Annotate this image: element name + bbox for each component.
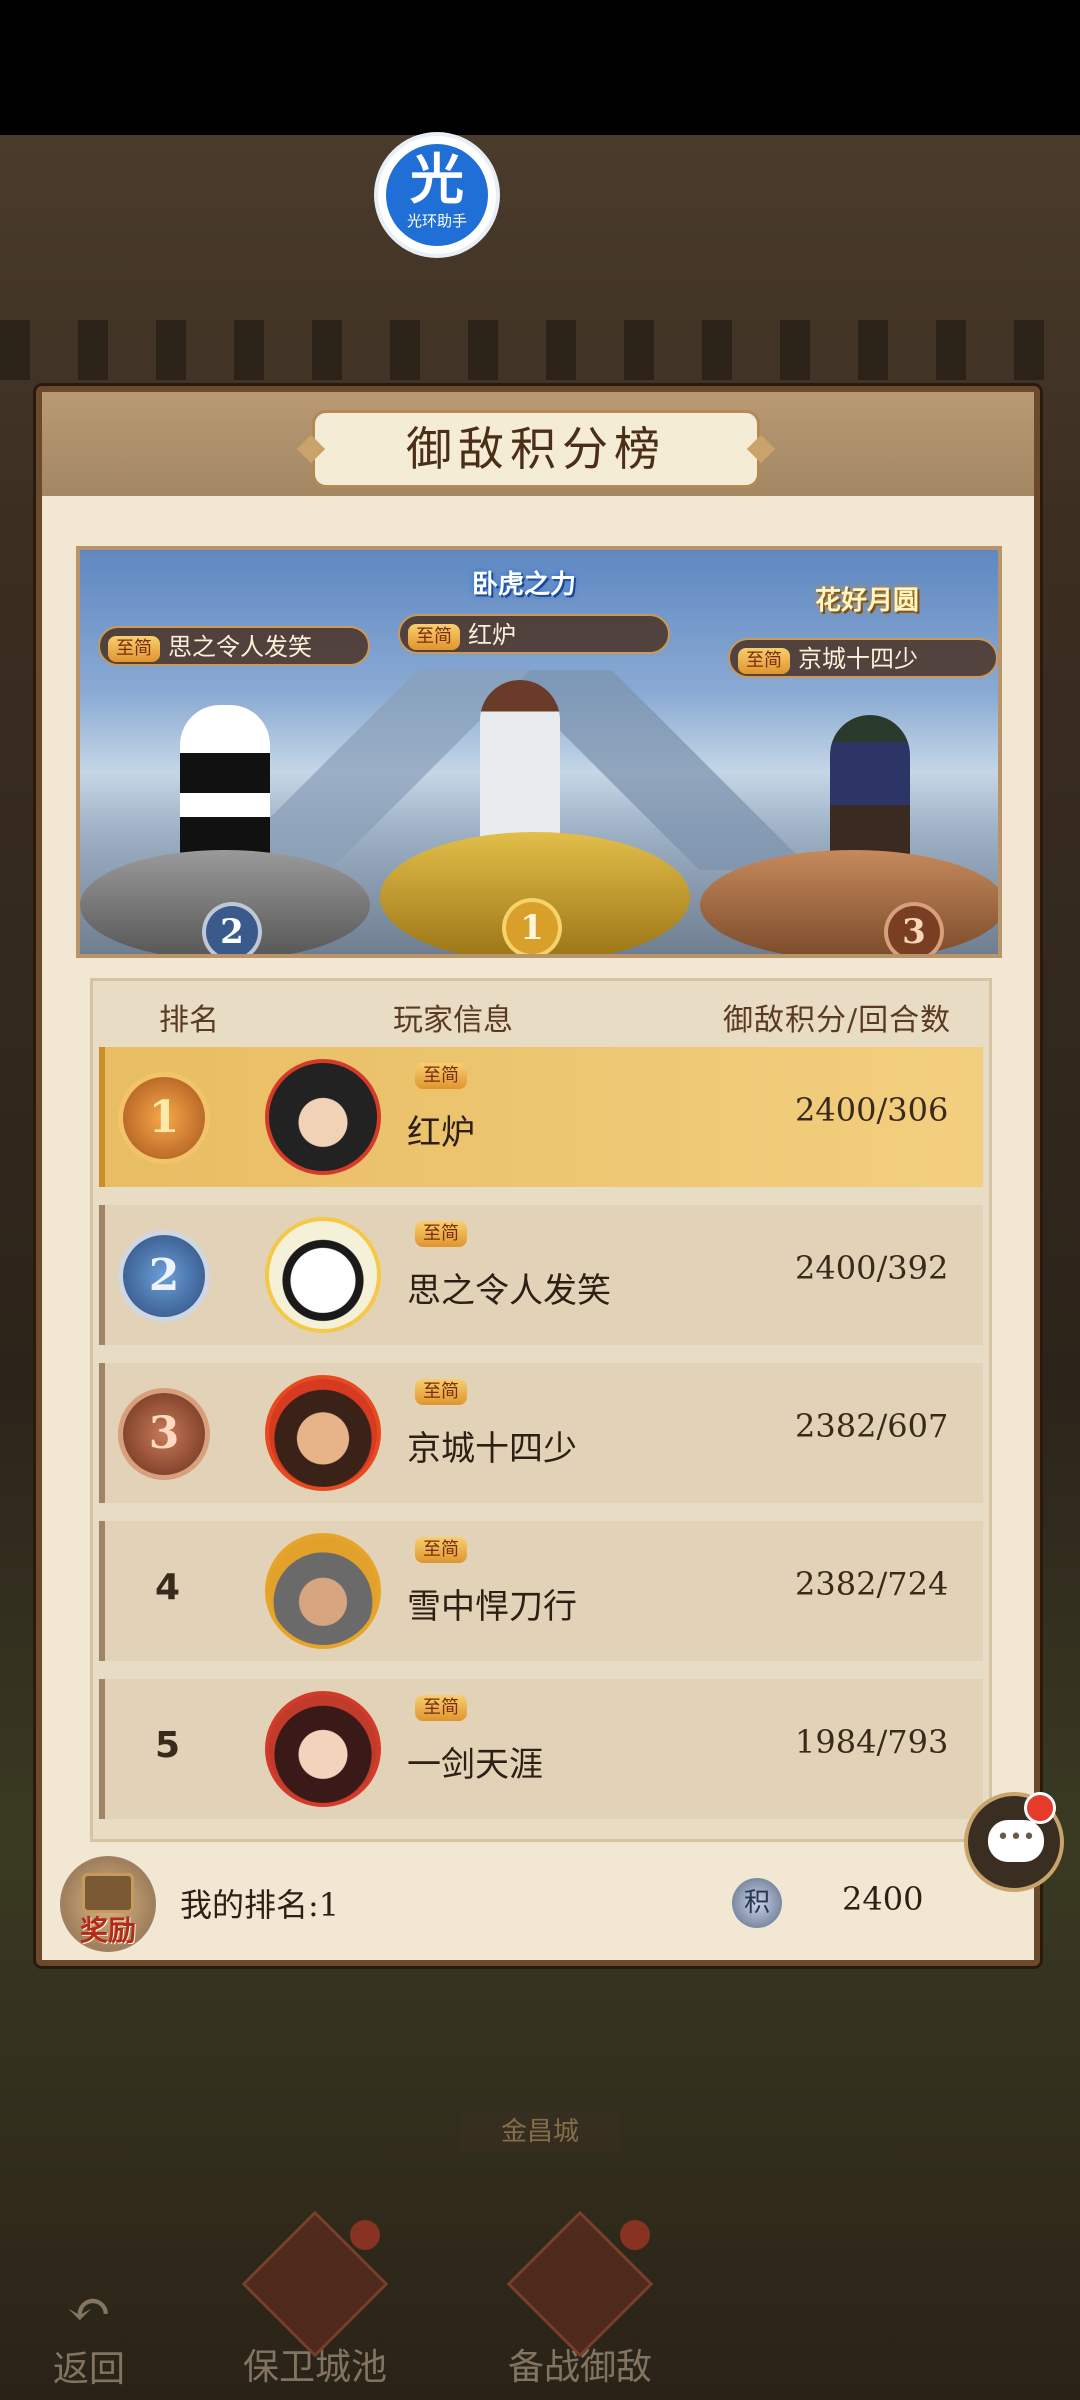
status-bar	[0, 0, 1080, 135]
city-sign: 金昌城	[460, 2112, 620, 2152]
avatar[interactable]	[265, 1691, 381, 1807]
player-score: 2382/607	[795, 1407, 949, 1445]
panel-title: 御敌积分榜	[312, 410, 760, 488]
panel-header: 御敌积分榜	[42, 392, 1034, 496]
defend-city-button[interactable]: 保卫城池	[210, 2210, 420, 2390]
reward-label: 奖励	[79, 1914, 136, 1947]
podium-third-tag: 至简 京城十四少	[728, 638, 998, 678]
player-name: 思之令人发笑	[407, 1271, 611, 1311]
rank-3-coin-icon: 3	[888, 906, 940, 954]
avatar[interactable]	[265, 1059, 381, 1175]
podium-second-name: 思之令人发笑	[168, 633, 312, 661]
score-coin-icon: 积	[732, 1878, 782, 1928]
avatar[interactable]	[265, 1375, 381, 1491]
ranking-table: 排名 玩家信息 御敌积分/回合数 1 至简 红炉 2400/306 2 至简 思…	[90, 978, 992, 1842]
first-place-title-banner: 卧虎之力	[472, 570, 577, 600]
rank-number: 5	[155, 1725, 181, 1766]
top-three-podium: 卧虎之力 花好月圆 至简 红炉 至简 思之令人发笑 至简 京城十四少 2 1 3	[76, 546, 1002, 958]
helper-logo-icon: 光 光环助手	[386, 144, 488, 246]
chat-button[interactable]: •••	[964, 1792, 1064, 1892]
table-row[interactable]: 2 至简 思之令人发笑 2400/392	[99, 1205, 983, 1345]
second-place-character[interactable]	[180, 705, 270, 865]
header-rank: 排名	[159, 1003, 219, 1038]
rank-1-coin-icon: 1	[506, 902, 558, 954]
podium-second-tag: 至简 思之令人发笑	[98, 626, 370, 666]
first-place-character[interactable]	[480, 680, 560, 855]
back-arrow-icon: ↶	[66, 2278, 112, 2341]
bronze-medal-icon: 3	[123, 1393, 205, 1475]
notification-dot	[620, 2220, 650, 2250]
tier-badge: 至简	[408, 623, 460, 650]
back-label: 返回	[52, 2349, 125, 2390]
tier-badge: 至简	[738, 647, 790, 674]
player-score: 1984/793	[795, 1723, 949, 1761]
player-name: 一剑天涯	[407, 1745, 543, 1785]
header-player-info: 玩家信息	[393, 1003, 513, 1038]
tier-badge: 至简	[415, 1221, 467, 1247]
third-pedestal	[700, 850, 998, 954]
table-row[interactable]: 4 至简 雪中悍刀行 2382/724	[99, 1521, 983, 1661]
my-score: 2400	[842, 1880, 924, 1918]
table-row[interactable]: 1 至简 红炉 2400/306	[99, 1047, 983, 1187]
chat-icon: •••	[988, 1820, 1044, 1862]
tier-badge: 至简	[415, 1695, 467, 1721]
my-rank-text: 我的排名:1	[180, 1886, 340, 1924]
silver-medal-icon: 2	[123, 1235, 205, 1317]
header-score: 御敌积分/回合数	[723, 1003, 952, 1038]
table-header: 排名 玩家信息 御敌积分/回合数	[93, 981, 989, 1045]
player-score: 2382/724	[795, 1565, 949, 1603]
tier-badge: 至简	[415, 1063, 467, 1089]
podium-third-name: 京城十四少	[798, 645, 918, 673]
my-rank-bar: 奖励 我的排名:1 积 2400	[42, 1850, 1034, 1952]
player-score: 2400/306	[795, 1091, 949, 1129]
third-place-character[interactable]	[830, 715, 910, 865]
player-name: 雪中悍刀行	[407, 1587, 577, 1627]
treasure-chest-icon	[82, 1873, 134, 1913]
avatar[interactable]	[265, 1217, 381, 1333]
prepare-battle-button[interactable]: 备战御敌	[470, 2210, 690, 2390]
reward-button[interactable]: 奖励	[60, 1856, 156, 1952]
avatar[interactable]	[265, 1533, 381, 1649]
tier-badge: 至简	[108, 635, 160, 662]
podium-first-name: 红炉	[468, 621, 516, 649]
player-name: 红炉	[407, 1113, 475, 1153]
leaderboard-panel: 御敌积分榜 卧虎之力 花好月圆 至简 红炉 至简 思之令人发笑 至简 京城十四少 2 …	[36, 386, 1040, 1966]
tier-badge: 至简	[415, 1379, 467, 1405]
table-row[interactable]: 3 至简 京城十四少 2382/607	[99, 1363, 983, 1503]
back-button[interactable]: ↶ 返回	[34, 2280, 144, 2392]
wall-soldiers-decoration	[0, 320, 1080, 380]
notification-dot	[1024, 1792, 1056, 1824]
table-row[interactable]: 5 至简 一剑天涯 1984/793	[99, 1679, 983, 1819]
rank-number: 4	[155, 1567, 181, 1608]
player-score: 2400/392	[795, 1249, 949, 1287]
notification-dot	[350, 2220, 380, 2250]
rank-2-coin-icon: 2	[206, 906, 258, 954]
tier-badge: 至简	[415, 1537, 467, 1563]
podium-first-tag: 至简 红炉	[398, 614, 670, 654]
player-name: 京城十四少	[407, 1429, 577, 1469]
third-place-title-banner: 花好月圆	[815, 586, 920, 616]
bottom-nav: ↶ 返回 保卫城池 备战御敌	[0, 2190, 1080, 2400]
gold-medal-icon: 1	[123, 1077, 205, 1159]
helper-float-button[interactable]: 光 光环助手	[378, 136, 496, 254]
